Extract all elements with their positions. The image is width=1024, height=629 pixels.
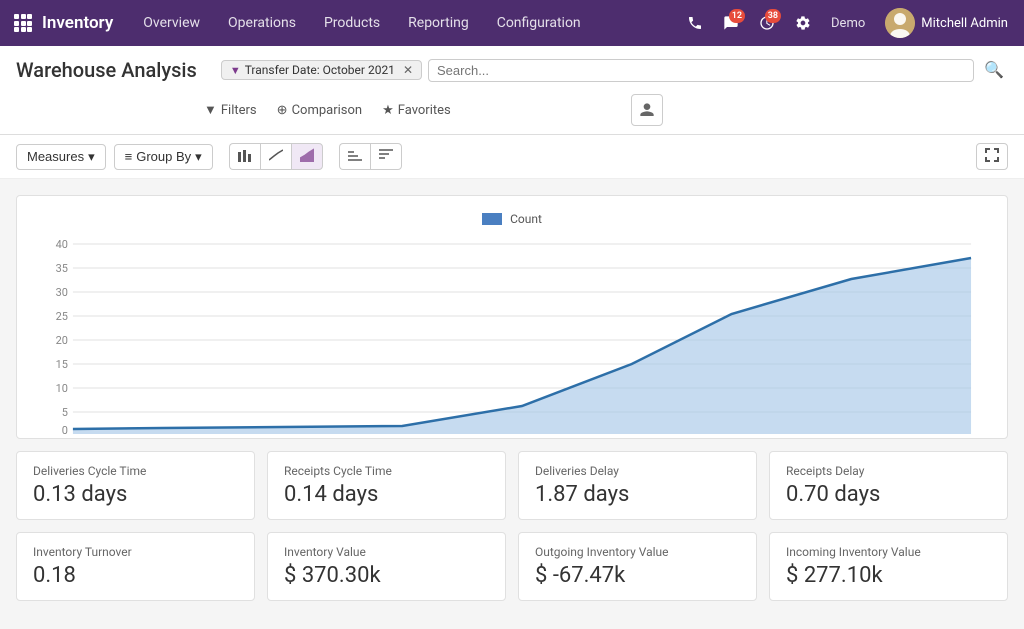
chart-type-buttons	[229, 143, 323, 170]
svg-text:35: 35	[56, 262, 68, 275]
group-by-icon: ≡	[125, 149, 133, 164]
filters-label: Filters	[221, 103, 257, 118]
user-area[interactable]: Mitchell Admin	[877, 0, 1016, 46]
user-name: Mitchell Admin	[921, 16, 1008, 31]
measures-chevron: ▾	[88, 149, 95, 165]
stats-label-1: Receipts Cycle Time	[284, 464, 489, 478]
stats-card-6: Outgoing Inventory Value $ -67.47k	[518, 532, 757, 601]
filter-remove-button[interactable]: ✕	[403, 63, 413, 77]
favorites-action[interactable]: ★ Favorites	[382, 103, 451, 118]
stats-label-3: Receipts Delay	[786, 464, 991, 478]
page-header: Warehouse Analysis ▼ Transfer Date: Octo…	[0, 46, 1024, 135]
stats-value-1: 0.14 days	[284, 482, 489, 507]
page-title: Warehouse Analysis	[16, 58, 197, 82]
legend-label: Count	[510, 212, 542, 226]
nav-overview[interactable]: Overview	[129, 0, 214, 46]
expand-button[interactable]	[976, 143, 1008, 170]
nav-reporting[interactable]: Reporting	[394, 0, 483, 46]
measures-label: Measures	[27, 149, 84, 164]
stats-card-3: Receipts Delay 0.70 days	[769, 451, 1008, 520]
search-input[interactable]	[428, 59, 974, 82]
svg-text:20: 20	[56, 334, 68, 347]
svg-text:30: 30	[56, 286, 68, 299]
stats-card-2: Deliveries Delay 1.87 days	[518, 451, 757, 520]
brand-label: Inventory	[42, 13, 113, 33]
svg-text:10: 10	[56, 382, 68, 395]
stats-value-3: 0.70 days	[786, 482, 991, 507]
chat-icon[interactable]: 12	[715, 7, 747, 39]
stats-card-7: Incoming Inventory Value $ 277.10k	[769, 532, 1008, 601]
group-by-chevron: ▾	[195, 149, 202, 165]
favorites-label: Favorites	[398, 103, 451, 118]
chat-badge: 12	[729, 9, 745, 23]
stats-card-5: Inventory Value $ 370.30k	[267, 532, 506, 601]
legend-swatch	[482, 213, 502, 225]
chart-container: Count 40 35 30 25 20 15 10 5	[16, 195, 1008, 439]
filters-icon: ▼	[204, 102, 217, 118]
favorites-icon: ★	[382, 103, 394, 118]
svg-text:5: 5	[62, 406, 68, 419]
stats-value-7: $ 277.10k	[786, 563, 991, 588]
stats-label-2: Deliveries Delay	[535, 464, 740, 478]
comparison-label: Comparison	[292, 103, 363, 118]
chart-svg: 40 35 30 25 20 15 10 5 0 W41 2021	[33, 234, 991, 438]
nav-configuration[interactable]: Configuration	[483, 0, 595, 46]
filter-tag[interactable]: ▼ Transfer Date: October 2021 ✕	[221, 60, 422, 80]
stats-value-5: $ 370.30k	[284, 563, 489, 588]
stats-value-2: 1.87 days	[535, 482, 740, 507]
chart-legend: Count	[33, 212, 991, 226]
stats-card-4: Inventory Turnover 0.18	[16, 532, 255, 601]
group-by-button[interactable]: ≡ Group By ▾	[114, 144, 213, 170]
stats-value-0: 0.13 days	[33, 482, 238, 507]
group-by-label: Group By	[136, 149, 191, 164]
stats-value-6: $ -67.47k	[535, 563, 740, 588]
top-navigation: Inventory Overview Operations Products R…	[0, 0, 1024, 46]
svg-text:15: 15	[56, 358, 68, 371]
stats-card-1: Receipts Cycle Time 0.14 days	[267, 451, 506, 520]
sort-asc-button[interactable]	[339, 143, 370, 170]
stats-label-4: Inventory Turnover	[33, 545, 238, 559]
stats-card-0: Deliveries Cycle Time 0.13 days	[16, 451, 255, 520]
phone-icon[interactable]	[679, 7, 711, 39]
stats-label-0: Deliveries Cycle Time	[33, 464, 238, 478]
svg-text:0: 0	[62, 424, 68, 434]
stats-grid-top: Deliveries Cycle Time 0.13 days Receipts…	[16, 451, 1008, 520]
chart-toolbar: Measures ▾ ≡ Group By ▾	[0, 135, 1024, 179]
nav-operations[interactable]: Operations	[214, 0, 310, 46]
settings-icon[interactable]	[787, 7, 819, 39]
svg-text:40: 40	[56, 238, 68, 251]
person-view-button[interactable]	[631, 94, 663, 126]
bar-chart-button[interactable]	[229, 143, 260, 170]
comparison-icon: ⊕	[277, 103, 288, 118]
search-button[interactable]: 🔍	[980, 60, 1008, 80]
stats-value-4: 0.18	[33, 563, 238, 588]
sort-buttons	[339, 143, 402, 170]
demo-label[interactable]: Demo	[831, 16, 865, 31]
stats-grid-bottom: Inventory Turnover 0.18 Inventory Value …	[16, 532, 1008, 601]
stats-label-5: Inventory Value	[284, 545, 489, 559]
svg-text:25: 25	[56, 310, 68, 323]
user-avatar	[885, 8, 915, 38]
line-chart-button[interactable]	[260, 143, 291, 170]
apps-icon[interactable]	[8, 8, 38, 38]
filters-action[interactable]: ▼ Filters	[204, 102, 257, 118]
clock-badge: 38	[765, 9, 781, 23]
clock-icon[interactable]: 38	[751, 7, 783, 39]
sort-desc-button[interactable]	[370, 143, 402, 170]
stats-label-7: Incoming Inventory Value	[786, 545, 991, 559]
filter-tag-label: Transfer Date: October 2021	[245, 63, 395, 77]
comparison-action[interactable]: ⊕ Comparison	[277, 103, 362, 118]
main-content: Count 40 35 30 25 20 15 10 5	[0, 179, 1024, 629]
filter-actions-row: ▼ Filters ⊕ Comparison ★ Favorites	[16, 90, 1008, 134]
area-chart-button[interactable]	[291, 143, 323, 170]
stats-label-6: Outgoing Inventory Value	[535, 545, 740, 559]
filter-icon: ▼	[230, 64, 241, 77]
measures-button[interactable]: Measures ▾	[16, 144, 106, 170]
nav-products[interactable]: Products	[310, 0, 394, 46]
